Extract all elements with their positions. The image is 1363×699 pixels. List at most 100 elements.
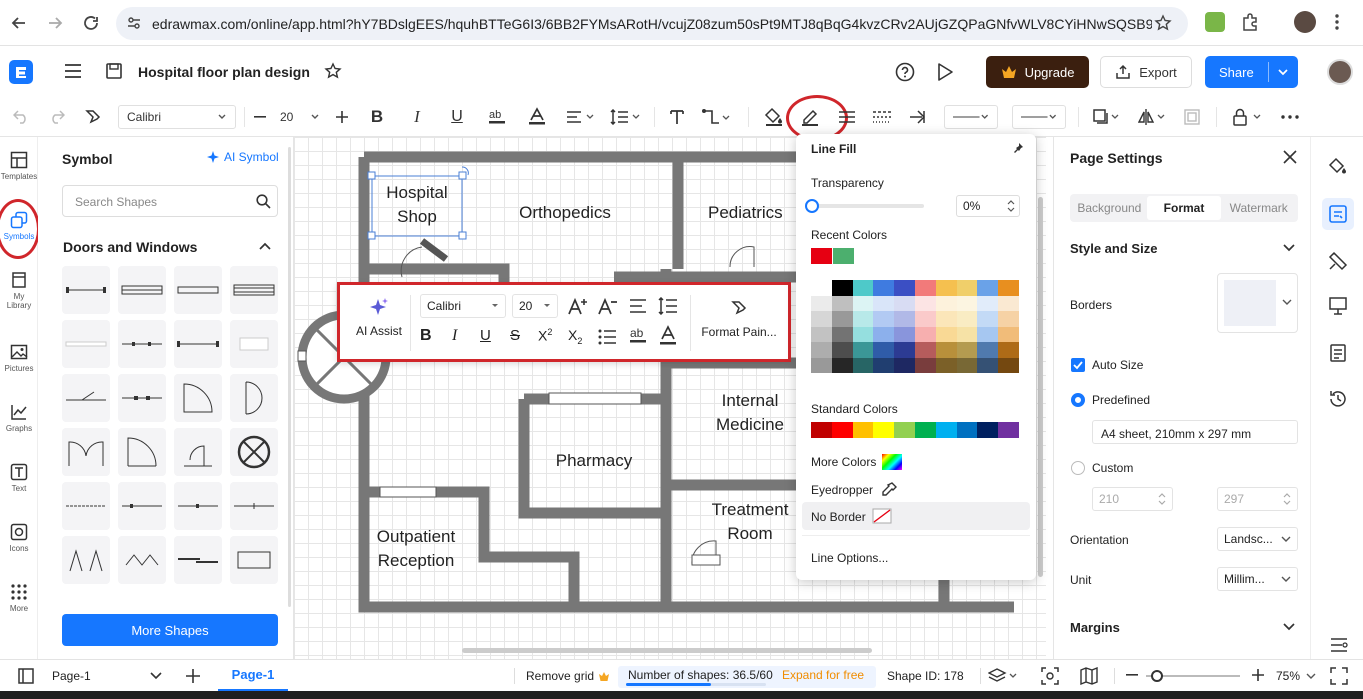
symbol-folding-door-1[interactable] <box>62 536 110 584</box>
theme-color-swatch[interactable] <box>894 311 915 327</box>
close-icon[interactable] <box>1283 150 1297 164</box>
search-shapes-input[interactable]: Search Shapes <box>62 185 278 217</box>
paper-size-select[interactable]: A4 sheet, 210mm x 297 mm <box>1092 420 1298 444</box>
theme-color-swatch[interactable] <box>914 311 936 327</box>
theme-color-swatch[interactable] <box>894 342 915 358</box>
standard-color-swatch[interactable] <box>914 422 936 438</box>
standard-color-swatch[interactable] <box>894 422 915 438</box>
theme-color-swatch[interactable] <box>894 326 915 342</box>
bookmark-star-icon[interactable] <box>1154 14 1172 32</box>
theme-color-swatch[interactable] <box>831 326 853 342</box>
room-orthopedics[interactable]: Orthopedics <box>504 201 626 225</box>
more-colors-item[interactable]: More Colors <box>811 454 903 470</box>
symbol-window-4[interactable] <box>230 266 278 314</box>
share-button[interactable]: Share <box>1205 56 1298 88</box>
line-weight-icon[interactable] <box>836 105 858 129</box>
ai-assist-button[interactable]: AI Assist <box>350 297 408 338</box>
symbol-door-5[interactable] <box>62 428 110 476</box>
theme-color-swatch[interactable] <box>998 280 1019 296</box>
borders-select[interactable] <box>1217 273 1298 333</box>
font-size-increase-icon[interactable] <box>332 105 352 129</box>
tab-background[interactable]: Background <box>1072 196 1147 220</box>
chevron-up-icon[interactable] <box>259 241 271 251</box>
transparency-slider-thumb[interactable] <box>805 199 819 213</box>
theme-color-swatch[interactable] <box>894 295 915 311</box>
font-family-select[interactable]: Calibri <box>118 105 236 129</box>
float-line-spacing-icon[interactable] <box>658 297 678 315</box>
rail-item-templates[interactable]: Templates <box>1 151 37 181</box>
theme-color-swatch[interactable] <box>811 357 832 373</box>
text-tool-icon[interactable] <box>666 105 688 129</box>
notes-icon[interactable] <box>1328 343 1348 363</box>
lock-icon[interactable] <box>1228 105 1268 129</box>
standard-color-palette[interactable] <box>811 422 1019 438</box>
fill-bucket-icon[interactable] <box>762 105 786 129</box>
pages-panel-icon[interactable] <box>17 667 35 685</box>
float-bold-icon[interactable]: B <box>420 327 432 345</box>
symbol-revolving-door[interactable] <box>230 428 278 476</box>
theme-color-swatch[interactable] <box>935 342 957 358</box>
forward-icon[interactable] <box>44 12 66 34</box>
room-internal-medicine[interactable]: Internal Medicine <box>700 389 800 437</box>
fullscreen-icon[interactable] <box>1330 667 1348 685</box>
tab-watermark[interactable]: Watermark <box>1221 196 1296 220</box>
theme-color-swatch[interactable] <box>852 326 874 342</box>
symbol-window-7[interactable] <box>174 320 222 368</box>
standard-color-swatch[interactable] <box>977 422 999 438</box>
theme-color-swatch[interactable] <box>852 280 874 296</box>
symbol-window-3[interactable] <box>174 266 222 314</box>
search-icon[interactable] <box>256 194 271 209</box>
predefined-radio[interactable] <box>1071 393 1085 407</box>
theme-color-swatch[interactable] <box>977 295 999 311</box>
room-hospital-shop[interactable]: Hospital Shop <box>374 181 460 229</box>
symbol-door-1[interactable] <box>62 374 110 422</box>
canvas-horizontal-scrollbar[interactable] <box>462 648 872 653</box>
float-strikethrough-icon[interactable]: S <box>510 327 520 344</box>
map-icon[interactable] <box>1080 667 1098 685</box>
recent-color-swatch[interactable] <box>811 248 832 264</box>
font-size-decrease-icon[interactable] <box>250 105 270 129</box>
extension-icon[interactable] <box>1205 12 1225 32</box>
canvas-vertical-scrollbar[interactable] <box>1038 197 1043 577</box>
symbol-window-2[interactable] <box>118 266 166 314</box>
help-icon[interactable] <box>895 62 915 82</box>
symbol-window-13[interactable] <box>230 536 278 584</box>
chevron-down-icon[interactable] <box>1283 243 1295 253</box>
float-italic-icon[interactable]: I <box>452 327 457 345</box>
float-align-icon[interactable] <box>629 298 647 314</box>
height-input[interactable]: 297 <box>1217 487 1298 511</box>
document-save-icon[interactable] <box>105 62 123 80</box>
zoom-in-icon[interactable] <box>1252 669 1264 681</box>
shadow-icon[interactable] <box>1090 105 1124 129</box>
float-font-select[interactable]: Calibri <box>420 294 506 318</box>
theme-color-swatch[interactable] <box>852 357 874 373</box>
theme-color-swatch[interactable] <box>811 342 832 358</box>
theme-color-swatch[interactable] <box>852 295 874 311</box>
theme-color-swatch[interactable] <box>914 295 936 311</box>
group-icon[interactable] <box>1180 105 1204 129</box>
document-title[interactable]: Hospital floor plan design <box>138 64 310 80</box>
profile-avatar[interactable] <box>1294 11 1316 33</box>
rail-item-pictures[interactable]: Pictures <box>2 343 36 373</box>
theme-color-swatch[interactable] <box>935 326 957 342</box>
connector-icon[interactable] <box>700 105 732 129</box>
rail-item-my-library[interactable]: My Library <box>2 271 36 310</box>
transparency-input[interactable]: 0% <box>956 195 1020 217</box>
room-treatment-room[interactable]: Treatment Room <box>700 498 800 546</box>
browser-menu-icon[interactable] <box>1334 12 1340 32</box>
custom-radio[interactable] <box>1071 461 1085 475</box>
symbol-window-8[interactable] <box>230 320 278 368</box>
theme-color-swatch[interactable] <box>873 342 895 358</box>
address-bar[interactable]: edrawmax.com/online/app.html?hY7BDslgEES… <box>116 7 1188 40</box>
standard-color-swatch[interactable] <box>873 422 895 438</box>
upgrade-button[interactable]: Upgrade <box>986 56 1089 88</box>
theme-color-palette[interactable] <box>811 280 1019 373</box>
fit-to-screen-icon[interactable] <box>1041 667 1059 685</box>
zoom-out-icon[interactable] <box>1126 674 1138 676</box>
theme-color-swatch[interactable] <box>977 280 999 296</box>
expand-for-free-link[interactable]: Expand for free <box>782 668 864 682</box>
standard-color-swatch[interactable] <box>956 422 978 438</box>
float-underline-icon[interactable]: U <box>480 327 491 344</box>
float-size-select[interactable]: 20 <box>512 294 558 318</box>
theme-color-swatch[interactable] <box>998 295 1019 311</box>
